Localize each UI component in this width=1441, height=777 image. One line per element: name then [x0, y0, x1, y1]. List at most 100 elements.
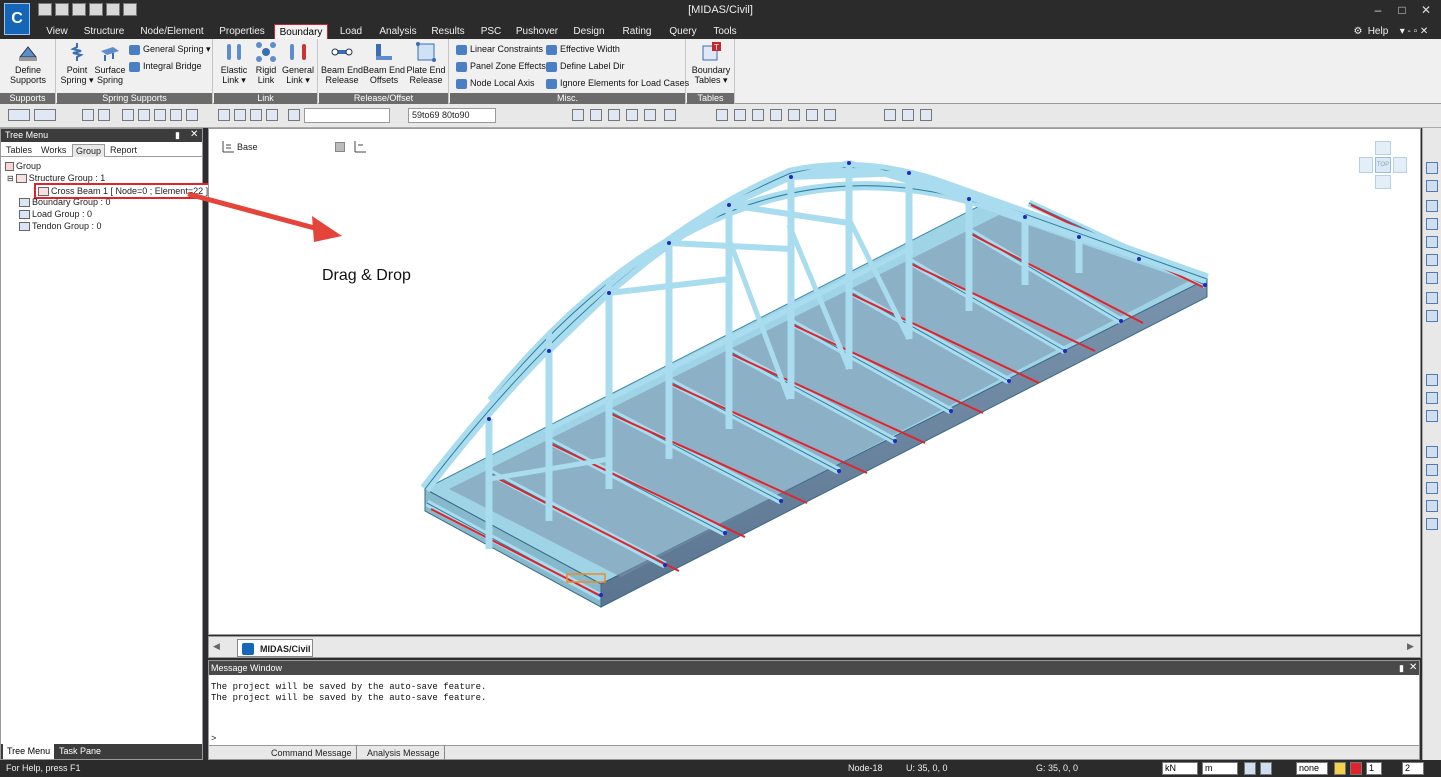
tab-query[interactable]: Query	[664, 24, 702, 40]
select-polygon-icon[interactable]	[154, 109, 166, 121]
view-cube[interactable]: TOP	[1359, 141, 1409, 191]
undo-icon[interactable]	[8, 109, 30, 121]
plate-end-release-button[interactable]: Plate End Release	[405, 41, 447, 85]
snap-icon[interactable]	[1244, 762, 1256, 775]
none-select[interactable]: none	[1296, 762, 1328, 775]
select-node-icon[interactable]	[122, 109, 134, 121]
tab-design[interactable]: Design	[568, 24, 610, 40]
tab-properties[interactable]: Properties	[214, 24, 270, 40]
boundary-tables-button[interactable]: T Boundary Tables ▾	[690, 41, 732, 85]
view-bottom-icon[interactable]	[1426, 254, 1438, 266]
tree-root-group[interactable]: Group	[5, 160, 41, 172]
rigid-link-button[interactable]: Rigid Link	[252, 41, 280, 85]
select-icon[interactable]	[82, 109, 94, 121]
minimize-button[interactable]: –	[1366, 2, 1390, 19]
zoom-fit-side-icon[interactable]	[1426, 446, 1438, 458]
inactivate-icon[interactable]	[590, 109, 602, 121]
zoom-in-icon[interactable]	[1426, 482, 1438, 494]
view-cube-back-face[interactable]	[1375, 141, 1391, 155]
node-number-icon[interactable]	[806, 109, 818, 121]
scroll-right-icon[interactable]: ▶	[1407, 641, 1414, 652]
view-right-icon[interactable]	[1426, 236, 1438, 248]
tab-pushover[interactable]: Pushover	[512, 24, 562, 40]
scroll-left-icon[interactable]: ◀	[213, 641, 220, 652]
copy-icon[interactable]	[884, 109, 896, 121]
tree-tendon-group[interactable]: Tendon Group : 0	[19, 220, 102, 232]
help-window-controls[interactable]: ▾ ‑ ▫ ✕	[1392, 24, 1436, 40]
help-icon[interactable]	[1334, 762, 1346, 775]
length-unit-select[interactable]: m	[1202, 762, 1238, 775]
unselect-window-icon[interactable]	[234, 109, 246, 121]
beam-end-offsets-button[interactable]: Beam End Offsets	[363, 41, 405, 85]
select-intersect-icon[interactable]	[170, 109, 182, 121]
command-prompt[interactable]: >	[211, 734, 216, 744]
view-cube-front-face[interactable]	[1375, 175, 1391, 189]
cursor-icon[interactable]	[288, 109, 300, 121]
tab-boundary[interactable]: Boundary	[274, 24, 328, 40]
pan-icon[interactable]	[1426, 410, 1438, 422]
view-previous-icon[interactable]	[1426, 310, 1438, 322]
zoom-all-icon[interactable]	[1426, 518, 1438, 530]
active-identity-icon[interactable]	[644, 109, 656, 121]
new-file-icon[interactable]	[38, 3, 52, 16]
tab-psc[interactable]: PSC	[476, 24, 506, 40]
integral-bridge-button[interactable]: Integral Bridge	[129, 59, 202, 73]
tab-results[interactable]: Results	[427, 24, 469, 40]
node-local-axis-button[interactable]: Node Local Axis	[456, 76, 535, 90]
define-supports-button[interactable]: Define Supports	[4, 41, 52, 85]
selection-input[interactable]	[304, 108, 390, 123]
save-icon[interactable]	[89, 3, 103, 16]
active-previous-icon[interactable]	[664, 109, 676, 121]
render-view-icon[interactable]	[752, 109, 764, 121]
grid-snap-icon[interactable]	[1260, 762, 1272, 775]
model-viewport[interactable]: Base Drag & Drop TOP	[208, 128, 1421, 635]
tree-close-icon[interactable]: ✕	[190, 129, 198, 140]
view-front-icon[interactable]	[1426, 162, 1438, 174]
linear-constraints-button[interactable]: Linear Constraints	[456, 42, 543, 56]
rotate-icon[interactable]	[1426, 392, 1438, 404]
tree-load-group[interactable]: Load Group : 0	[19, 208, 92, 220]
zoom-dynamic-icon[interactable]	[1426, 464, 1438, 476]
elastic-link-button[interactable]: Elastic Link ▾	[218, 41, 250, 85]
capture-icon[interactable]	[902, 109, 914, 121]
tab-tools[interactable]: Tools	[708, 24, 742, 40]
tab-tree-menu[interactable]: Tree Menu	[3, 744, 55, 759]
tab-command-message[interactable]: Command Message	[267, 746, 357, 760]
pin-icon[interactable]: ▮	[175, 130, 180, 141]
tab-structure[interactable]: Structure	[80, 24, 128, 40]
record-icon[interactable]	[1350, 762, 1362, 775]
help-gear-icon[interactable]: ⚙	[1352, 24, 1364, 40]
zoom-fit-icon[interactable]	[716, 109, 728, 121]
view-axis-icon[interactable]	[1426, 272, 1438, 284]
unselect-icon[interactable]	[218, 109, 230, 121]
close-button[interactable]: ✕	[1414, 2, 1438, 19]
view-normal-icon[interactable]	[1426, 292, 1438, 304]
effective-width-button[interactable]: Effective Width	[546, 42, 620, 56]
tab-report[interactable]: Report	[107, 144, 140, 157]
tab-analysis[interactable]: Analysis	[375, 24, 421, 40]
zoom-window-icon[interactable]	[1426, 374, 1438, 386]
perspective-icon[interactable]	[788, 109, 800, 121]
view-top-icon[interactable]	[1426, 180, 1438, 192]
tab-analysis-message[interactable]: Analysis Message	[363, 746, 445, 760]
element-number-icon[interactable]	[824, 109, 836, 121]
print-preview-icon[interactable]	[123, 3, 137, 16]
view-cube-top-face[interactable]: TOP	[1375, 157, 1391, 173]
panel-zone-effects-button[interactable]: Panel Zone Effects	[456, 59, 546, 73]
shrink-icon[interactable]	[770, 109, 782, 121]
tab-group[interactable]: Group	[72, 144, 106, 157]
select-previous-icon[interactable]	[266, 109, 278, 121]
define-label-dir-button[interactable]: Define Label Dir	[546, 59, 625, 73]
message-close-icon[interactable]: ✕	[1409, 662, 1417, 673]
view-left-icon[interactable]	[1426, 218, 1438, 230]
tree-boundary-group[interactable]: Boundary Group : 0	[19, 196, 111, 208]
tab-tables[interactable]: Tables	[3, 144, 35, 157]
open-folder-icon[interactable]	[72, 3, 86, 16]
select-window-icon[interactable]	[98, 109, 110, 121]
collapse-icon[interactable]: ⊟	[7, 174, 14, 183]
select-element-icon[interactable]	[138, 109, 150, 121]
tab-works[interactable]: Works	[38, 144, 69, 157]
invert-active-icon[interactable]	[608, 109, 620, 121]
print-icon[interactable]	[106, 3, 120, 16]
help-menu[interactable]: Help	[1366, 24, 1390, 40]
